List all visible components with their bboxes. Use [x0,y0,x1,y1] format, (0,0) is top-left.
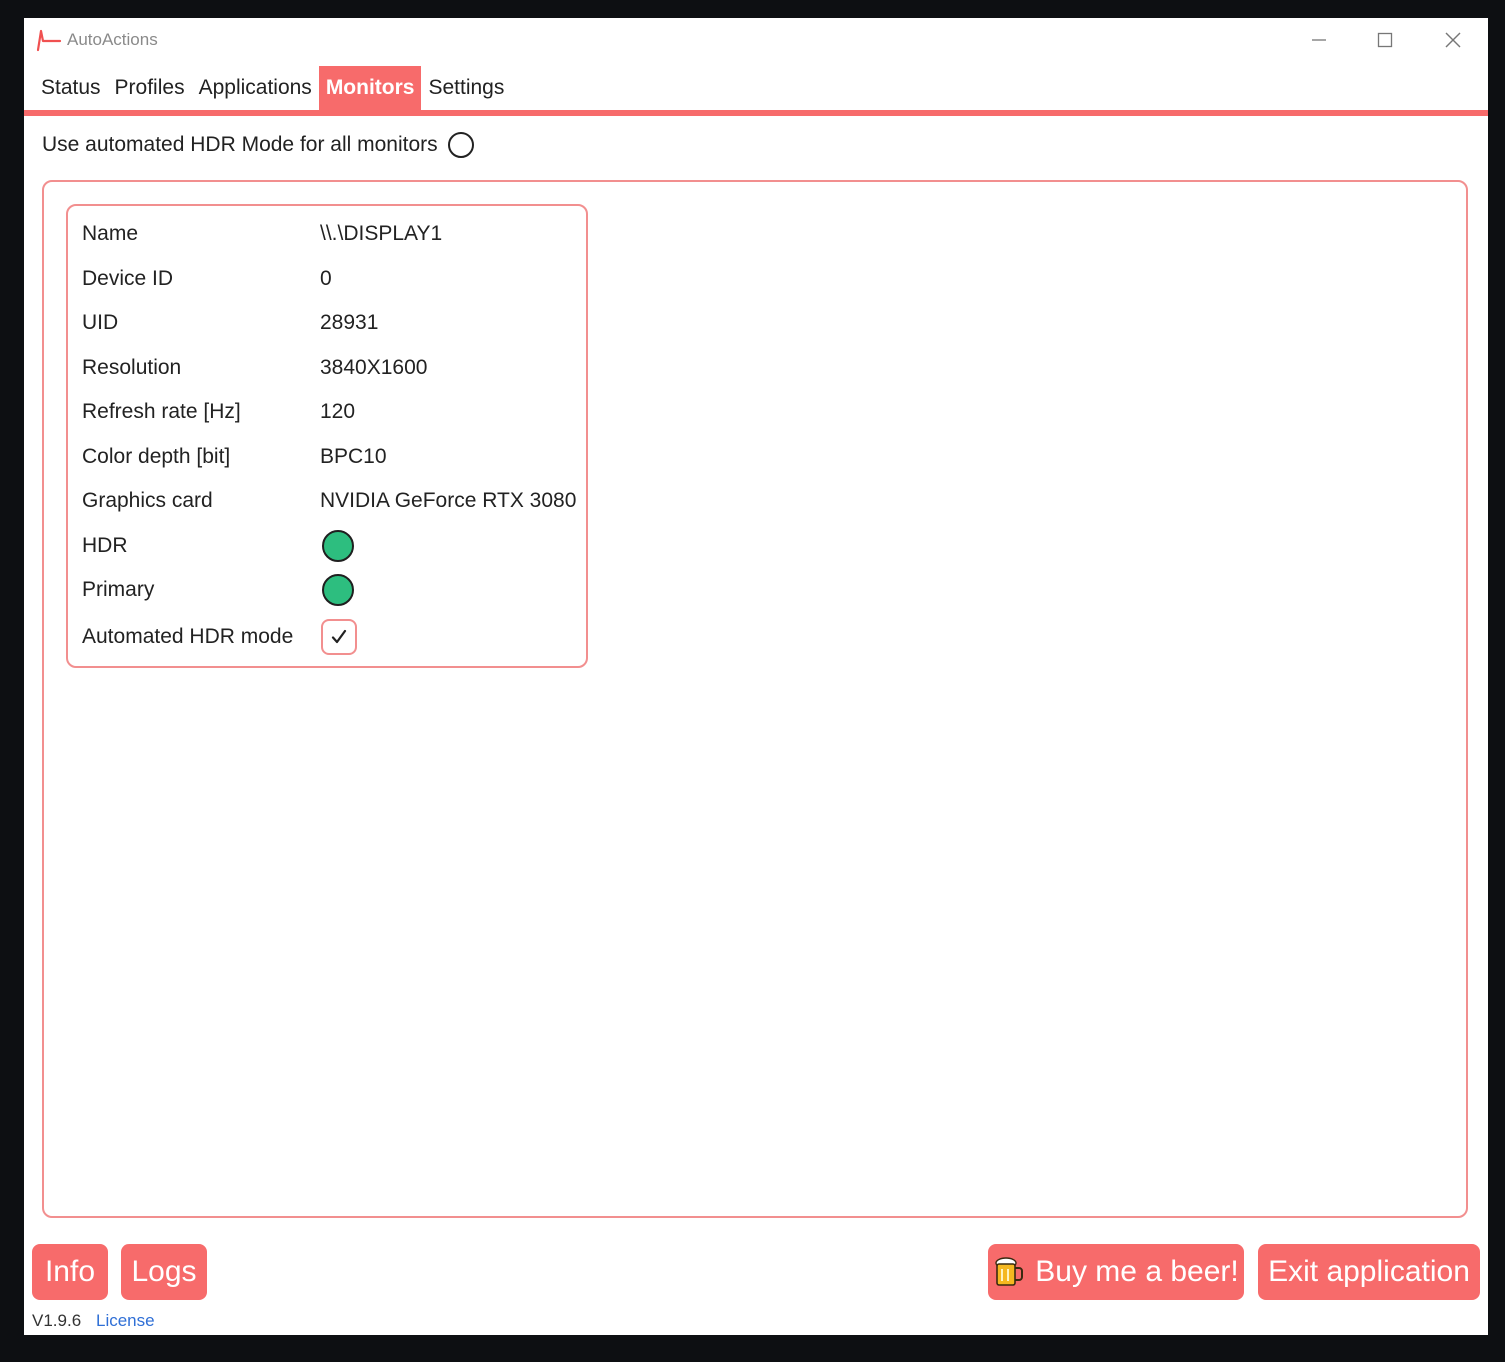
refresh-rate-value: 120 [320,400,356,423]
buy-me-a-beer-button[interactable]: Buy me a beer! [988,1244,1244,1300]
device-id-value: 0 [320,267,332,290]
exit-application-button[interactable]: Exit application [1258,1244,1480,1300]
primary-status-indicator [322,574,354,606]
color-depth-label: Color depth [bit] [82,445,231,468]
close-button[interactable] [1431,24,1475,56]
device-id-row: Device ID 0 [82,259,582,299]
monitor-name-row: Name \\.\DISPLAY1 [82,214,582,254]
tab-underline [24,110,1488,116]
title-bar: AutoActions [24,18,1488,62]
maximize-icon [1377,32,1393,48]
uid-value: 28931 [320,311,379,334]
buy-me-a-beer-label: Buy me a beer! [1035,1255,1239,1288]
primary-row: Primary [82,570,582,610]
resolution-label: Resolution [82,356,182,379]
refresh-rate-label: Refresh rate [Hz] [82,400,241,423]
resolution-value: 3840X1600 [320,356,428,379]
window-title: AutoActions [67,30,158,49]
graphics-card-label: Graphics card [82,489,213,512]
auto-hdr-row: Automated HDR mode [82,617,582,657]
license-link[interactable]: License [96,1311,155,1331]
resolution-row: Resolution 3840X1600 [82,348,582,388]
device-id-label: Device ID [82,267,174,290]
hdr-label: HDR [82,534,128,557]
tab-monitors[interactable]: Monitors [318,66,422,110]
primary-label: Primary [82,578,155,601]
hdr-row: HDR [82,526,582,566]
tab-applications[interactable]: Applications [192,66,319,110]
maximize-button[interactable] [1363,24,1407,56]
monitor-name-value: \\.\DISPLAY1 [320,222,443,245]
close-icon [1445,32,1461,48]
checkmark-icon [331,629,347,644]
monitors-panel: Name \\.\DISPLAY1 Device ID 0 UID 28931 … [42,180,1468,1218]
global-hdr-radio[interactable] [447,132,474,158]
global-hdr-option: Use automated HDR Mode for all monitors [42,128,474,162]
monitor-name-label: Name [82,222,139,245]
minimize-icon [1312,39,1326,41]
logs-button[interactable]: Logs [121,1244,207,1300]
auto-hdr-checkbox[interactable] [321,619,357,655]
global-hdr-label: Use automated HDR Mode for all monitors [42,133,438,156]
app-logo-icon [36,29,62,52]
beer-mug-icon [995,1257,1024,1286]
tab-bar: Status Profiles Applications Monitors Se… [34,66,511,110]
info-button[interactable]: Info [32,1244,108,1300]
tab-settings[interactable]: Settings [421,66,511,110]
tab-profiles[interactable]: Profiles [108,66,192,110]
monitor-card: Name \\.\DISPLAY1 Device ID 0 UID 28931 … [66,204,588,668]
graphics-card-value: NVIDIA GeForce RTX 3080 [320,489,577,512]
color-depth-row: Color depth [bit] BPC10 [82,437,582,477]
uid-label: UID [82,311,119,334]
auto-hdr-label: Automated HDR mode [82,625,294,648]
uid-row: UID 28931 [82,303,582,343]
app-window: AutoActions Status Profiles Applications… [24,18,1488,1335]
minimize-button[interactable] [1297,24,1341,56]
version-label: V1.9.6 [32,1311,82,1330]
refresh-rate-row: Refresh rate [Hz] 120 [82,392,582,432]
hdr-status-indicator [322,530,354,562]
graphics-card-row: Graphics card NVIDIA GeForce RTX 3080 [82,481,582,521]
color-depth-value: BPC10 [320,445,387,468]
tab-status[interactable]: Status [34,66,108,110]
